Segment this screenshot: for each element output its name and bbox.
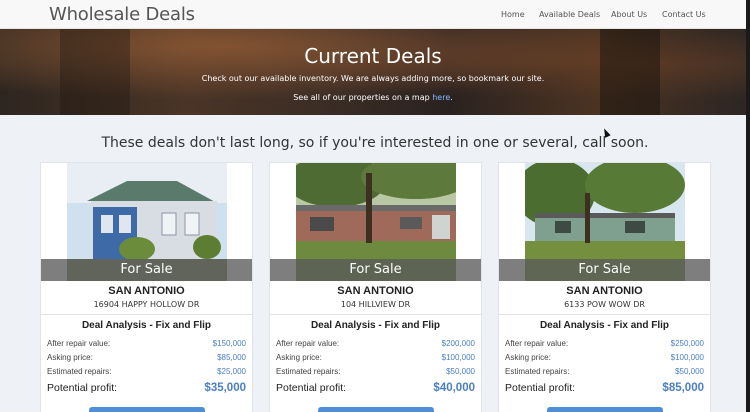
nav-home[interactable]: Home <box>501 10 525 19</box>
asking-label: Asking price: <box>276 353 322 362</box>
repairs-label: Estimated repairs: <box>47 367 112 376</box>
profit-value: $85,000 <box>662 382 704 394</box>
asking-value: $100,000 <box>670 353 704 362</box>
details-button[interactable] <box>547 407 663 412</box>
arv-value: $250,000 <box>670 339 704 348</box>
arv-label: After repair value: <box>276 339 340 348</box>
asking-label: Asking price: <box>505 353 551 362</box>
arv-value: $150,000 <box>212 339 246 348</box>
analysis-title: Deal Analysis - Fix and Flip <box>539 320 670 331</box>
divider <box>270 314 481 315</box>
profit-label: Potential profit: <box>276 382 347 394</box>
asking-label: Asking price: <box>47 353 93 362</box>
nav-about-us[interactable]: About Us <box>611 10 647 19</box>
details-button[interactable] <box>89 407 205 412</box>
profit-value: $40,000 <box>433 382 475 394</box>
repairs-value: $50,000 <box>446 367 475 376</box>
nav-contact-us[interactable]: Contact Us <box>662 10 706 19</box>
window-edge <box>746 0 750 412</box>
deal-address: 6133 POW WOW DR <box>564 300 645 309</box>
brand-logo[interactable]: Wholesale Deals <box>49 4 195 25</box>
analysis-title: Deal Analysis - Fix and Flip <box>310 320 441 331</box>
navbar: Wholesale Deals Home Available Deals Abo… <box>0 0 746 29</box>
analysis-title: Deal Analysis - Fix and Flip <box>81 320 212 331</box>
tagline: These deals don't last long, so if you'r… <box>101 135 649 151</box>
arv-label: After repair value: <box>47 339 111 348</box>
deal-city: SAN ANTONIO <box>566 285 643 297</box>
deal-card[interactable]: For Sale SAN ANTONIO 16904 HAPPY HOLLOW … <box>40 162 253 412</box>
hero-background <box>600 29 660 115</box>
divider <box>499 314 710 315</box>
nav-available-deals[interactable]: Available Deals <box>539 10 600 19</box>
map-link[interactable]: here <box>432 93 450 102</box>
repairs-label: Estimated repairs: <box>276 367 341 376</box>
repairs-value: $50,000 <box>675 367 704 376</box>
deal-address: 104 HILLVIEW DR <box>340 300 411 309</box>
hero-background <box>60 29 130 115</box>
profit-label: Potential profit: <box>505 382 576 394</box>
for-sale-banner: For Sale <box>270 259 481 281</box>
deal-city: SAN ANTONIO <box>337 285 414 297</box>
for-sale-banner: For Sale <box>499 259 710 281</box>
deal-city: SAN ANTONIO <box>108 285 185 297</box>
profit-value: $35,000 <box>204 382 246 394</box>
hero-banner: Current Deals Check out our available in… <box>0 29 746 115</box>
asking-value: $85,000 <box>217 353 246 362</box>
for-sale-banner: For Sale <box>41 259 252 281</box>
deal-card[interactable]: For Sale SAN ANTONIO 6133 POW WOW DR Dea… <box>498 162 711 412</box>
repairs-label: Estimated repairs: <box>505 367 570 376</box>
deal-address: 16904 HAPPY HOLLOW DR <box>93 300 200 309</box>
arv-value: $200,000 <box>441 339 475 348</box>
repairs-value: $25,000 <box>217 367 246 376</box>
map-suffix: . <box>450 93 453 102</box>
hero-subtitle: Check out our available inventory. We ar… <box>201 74 545 83</box>
arv-label: After repair value: <box>505 339 569 348</box>
asking-value: $100,000 <box>441 353 475 362</box>
hero-map-line: See all of our properties on a map here. <box>0 93 746 102</box>
deal-card[interactable]: For Sale SAN ANTONIO 104 HILLVIEW DR Dea… <box>269 162 482 412</box>
details-button[interactable] <box>318 407 434 412</box>
hero-title: Current Deals <box>304 44 442 68</box>
divider <box>41 314 252 315</box>
profit-label: Potential profit: <box>47 382 118 394</box>
map-prefix: See all of our properties on a map <box>293 93 433 102</box>
